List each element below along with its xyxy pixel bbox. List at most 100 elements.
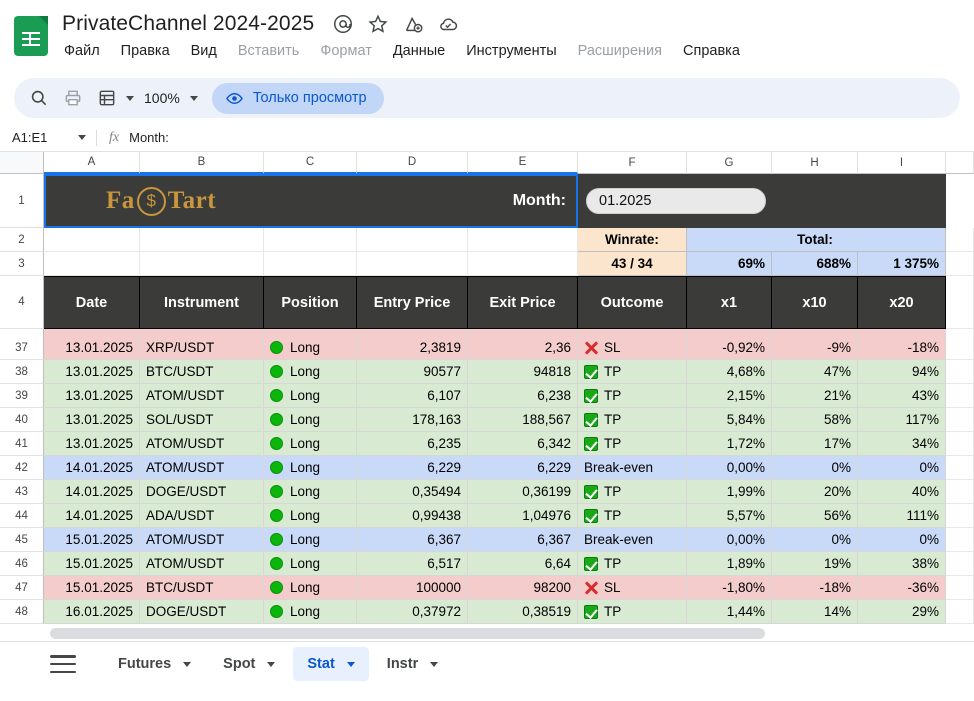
table-header-entry-price[interactable]: Entry Price [357, 276, 468, 329]
view-only-button[interactable]: Только просмотр [211, 82, 384, 114]
row-number[interactable]: 44 [0, 504, 44, 528]
cell-b3[interactable] [140, 252, 264, 276]
cell-x10[interactable]: 17% [772, 432, 858, 456]
cell-instrument[interactable]: ATOM/USDT [140, 552, 264, 576]
cell-x20[interactable]: -36% [858, 576, 946, 600]
cell-exit-price[interactable]: 6,367 [468, 528, 578, 552]
cell-x1[interactable]: 0,00% [687, 528, 772, 552]
column-header-i[interactable]: I [858, 152, 946, 174]
row-number[interactable]: 40 [0, 408, 44, 432]
zoom-chevron-down-icon[interactable] [189, 95, 198, 101]
cell-outcome[interactable]: TP [578, 504, 687, 528]
cell-date[interactable]: 13.01.2025 [44, 336, 140, 360]
cell-x20[interactable]: 40% [858, 480, 946, 504]
move-to-drive-icon[interactable] [402, 13, 424, 35]
cell-position[interactable]: Long [264, 552, 357, 576]
row-number[interactable]: 48 [0, 600, 44, 624]
page-title[interactable]: PrivateChannel 2024-2025 [62, 12, 314, 36]
menu-item-insert[interactable]: Вставить [236, 42, 301, 60]
cell-outcome[interactable]: TP [578, 360, 687, 384]
cell-date[interactable]: 14.01.2025 [44, 480, 140, 504]
row-number[interactable]: 38 [0, 360, 44, 384]
cell-entry-price[interactable]: 100000 [357, 576, 468, 600]
cell-x1[interactable]: 2,15% [687, 384, 772, 408]
formula-input[interactable]: Month: [129, 130, 169, 145]
cell-position[interactable]: Long [264, 528, 357, 552]
cell-exit-price[interactable]: 6,238 [468, 384, 578, 408]
column-header-f[interactable]: F [578, 152, 687, 174]
cell-x10[interactable]: 56% [772, 504, 858, 528]
cell-date[interactable]: 14.01.2025 [44, 504, 140, 528]
cell-outcome[interactable]: Break-even [578, 456, 687, 480]
cell-x20[interactable]: -18% [858, 336, 946, 360]
cell-position[interactable]: Long [264, 504, 357, 528]
cell-d3[interactable] [357, 252, 468, 276]
cell-x1[interactable]: 4,68% [687, 360, 772, 384]
cell-date[interactable]: 14.01.2025 [44, 456, 140, 480]
horizontal-scrollbar[interactable] [44, 625, 974, 641]
star-icon[interactable] [367, 13, 389, 35]
cell-x20[interactable]: 111% [858, 504, 946, 528]
column-header-h[interactable]: H [772, 152, 858, 174]
select-all-corner[interactable] [0, 152, 44, 174]
row-number[interactable]: 46 [0, 552, 44, 576]
cell-date[interactable]: 16.01.2025 [44, 600, 140, 624]
cell-exit-price[interactable]: 1,04976 [468, 504, 578, 528]
row-number[interactable]: 47 [0, 576, 44, 600]
column-header-a[interactable]: A [44, 152, 140, 174]
cell-outcome[interactable]: TP [578, 552, 687, 576]
winrate-value[interactable]: 43 / 34 [578, 252, 687, 276]
row-number-1[interactable]: 1 [0, 174, 44, 228]
cell-x10[interactable]: 47% [772, 360, 858, 384]
tab-instr[interactable]: Instr [373, 647, 452, 681]
cell-x1[interactable]: -0,92% [687, 336, 772, 360]
cell-exit-price[interactable]: 98200 [468, 576, 578, 600]
cell-e3[interactable] [468, 252, 578, 276]
cell-entry-price[interactable]: 0,99438 [357, 504, 468, 528]
cell-exit-price[interactable]: 94818 [468, 360, 578, 384]
cell-exit-price[interactable]: 188,567 [468, 408, 578, 432]
cell-exit-price[interactable]: 6,342 [468, 432, 578, 456]
cell-instrument[interactable]: ATOM/USDT [140, 456, 264, 480]
cell-x10[interactable]: 58% [772, 408, 858, 432]
cell-exit-price[interactable]: 6,229 [468, 456, 578, 480]
cell-x20[interactable]: 29% [858, 600, 946, 624]
cell-position[interactable]: Long [264, 384, 357, 408]
cell-instrument[interactable]: XRP/USDT [140, 336, 264, 360]
menu-item-extensions[interactable]: Расширения [576, 42, 664, 60]
horizontal-scrollbar-thumb[interactable] [50, 628, 765, 639]
cell-x10[interactable]: -18% [772, 576, 858, 600]
cell-x20[interactable]: 38% [858, 552, 946, 576]
cell-instrument[interactable]: BTC/USDT [140, 360, 264, 384]
cell-position[interactable]: Long [264, 360, 357, 384]
column-header-g[interactable]: G [687, 152, 772, 174]
cell-x1[interactable]: 1,99% [687, 480, 772, 504]
cell-instrument[interactable]: DOGE/USDT [140, 600, 264, 624]
column-header-d[interactable]: D [357, 152, 468, 174]
cell-b2[interactable] [140, 228, 264, 252]
cell-position[interactable]: Long [264, 432, 357, 456]
cell-x10[interactable]: 14% [772, 600, 858, 624]
menu-item-tools[interactable]: Инструменты [464, 42, 558, 60]
cell-x10[interactable]: 21% [772, 384, 858, 408]
table-header-x10[interactable]: x10 [772, 276, 858, 329]
cell-date[interactable]: 15.01.2025 [44, 576, 140, 600]
cell-date[interactable]: 13.01.2025 [44, 360, 140, 384]
row-number-4[interactable]: 4 [0, 276, 44, 329]
menu-item-data[interactable]: Данные [391, 42, 447, 60]
cell-x1[interactable]: 0,00% [687, 456, 772, 480]
cell-x20[interactable]: 117% [858, 408, 946, 432]
cell-x20[interactable]: 34% [858, 432, 946, 456]
cell-x10[interactable]: 0% [772, 456, 858, 480]
cell-outcome[interactable]: TP [578, 408, 687, 432]
cell-entry-price[interactable]: 178,163 [357, 408, 468, 432]
cell-date[interactable]: 13.01.2025 [44, 432, 140, 456]
cell-outcome[interactable]: SL [578, 336, 687, 360]
table-header-x20[interactable]: x20 [858, 276, 946, 329]
search-icon[interactable] [24, 83, 54, 113]
cell-x1[interactable]: 1,72% [687, 432, 772, 456]
cell-entry-price[interactable]: 0,37972 [357, 600, 468, 624]
cell-entry-price[interactable]: 6,235 [357, 432, 468, 456]
cell-x10[interactable]: 0% [772, 528, 858, 552]
cell-x20[interactable]: 94% [858, 360, 946, 384]
